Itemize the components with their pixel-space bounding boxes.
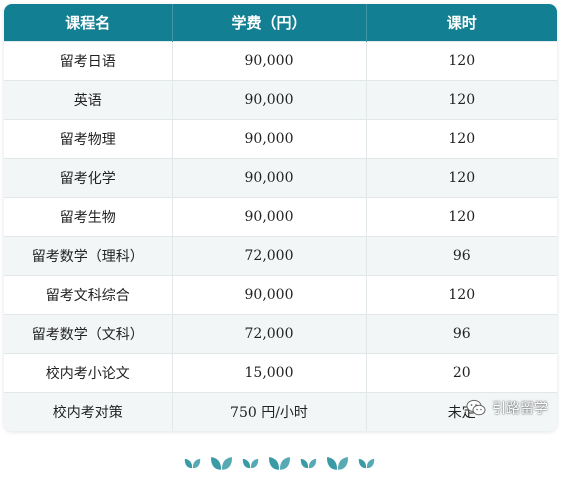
course-name-cell: 留考化学 — [4, 158, 173, 198]
table-row: 留考日语 90,000 120 — [4, 41, 557, 81]
leaf-icon — [326, 456, 349, 471]
table-header-row: 课程名 学费（円） 课时 — [4, 4, 557, 42]
table-row: 留考数学（文科） 72,000 96 — [4, 314, 557, 354]
course-name-cell: 校内考小论文 — [4, 353, 173, 393]
hours-cell: 96 — [366, 236, 557, 276]
tuition-cell: 90,000 — [172, 158, 367, 198]
course-name-cell: 校内考对策 — [4, 392, 173, 431]
header-hours: 课时 — [366, 4, 557, 42]
table-row: 留考化学 90,000 120 — [4, 158, 557, 198]
course-name-cell: 留考数学（理科） — [4, 236, 173, 276]
watermark: 引路留学 — [466, 398, 548, 418]
course-name-cell: 留考文科综合 — [4, 275, 173, 315]
header-course-name: 课程名 — [4, 4, 173, 42]
tuition-cell: 90,000 — [172, 197, 367, 237]
hours-cell: 120 — [366, 197, 557, 237]
tuition-cell: 72,000 — [172, 314, 367, 354]
hours-cell: 120 — [366, 119, 557, 159]
course-name-cell: 留考物理 — [4, 119, 173, 159]
tuition-cell: 90,000 — [172, 41, 367, 81]
table-row: 留考数学（理科） 72,000 96 — [4, 236, 557, 276]
leaf-icon — [300, 458, 317, 469]
tuition-cell: 750 円/小时 — [172, 392, 367, 431]
leaf-divider — [184, 456, 375, 471]
hours-cell: 120 — [366, 275, 557, 315]
leaf-icon — [210, 456, 233, 471]
table-row: 英语 90,000 120 — [4, 80, 557, 120]
table-row: 校内考小论文 15,000 20 — [4, 353, 557, 393]
leaf-icon — [184, 458, 201, 469]
leaf-icon — [242, 458, 259, 469]
hours-cell: 120 — [366, 41, 557, 81]
leaf-icon — [358, 458, 375, 469]
hours-cell: 120 — [366, 80, 557, 120]
table-row: 留考文科综合 90,000 120 — [4, 275, 557, 315]
tuition-cell: 72,000 — [172, 236, 367, 276]
watermark-text: 引路留学 — [492, 401, 548, 417]
course-name-cell: 留考日语 — [4, 41, 173, 81]
wechat-icon — [466, 399, 486, 417]
tuition-table: 课程名 学费（円） 课时 留考日语 90,000 120 英语 90,000 1… — [4, 4, 557, 431]
tuition-cell: 90,000 — [172, 80, 367, 120]
tuition-cell: 15,000 — [172, 353, 367, 393]
course-name-cell: 英语 — [4, 80, 173, 120]
tuition-cell: 90,000 — [172, 275, 367, 315]
tuition-table-container: 课程名 学费（円） 课时 留考日语 90,000 120 英语 90,000 1… — [4, 4, 557, 431]
tuition-cell: 90,000 — [172, 119, 367, 159]
hours-cell: 96 — [366, 314, 557, 354]
course-name-cell: 留考生物 — [4, 197, 173, 237]
leaf-icon — [268, 456, 291, 471]
table-row: 留考生物 90,000 120 — [4, 197, 557, 237]
table-row: 留考物理 90,000 120 — [4, 119, 557, 159]
hours-cell: 20 — [366, 353, 557, 393]
header-tuition: 学费（円） — [172, 4, 367, 42]
hours-cell: 120 — [366, 158, 557, 198]
course-name-cell: 留考数学（文科） — [4, 314, 173, 354]
